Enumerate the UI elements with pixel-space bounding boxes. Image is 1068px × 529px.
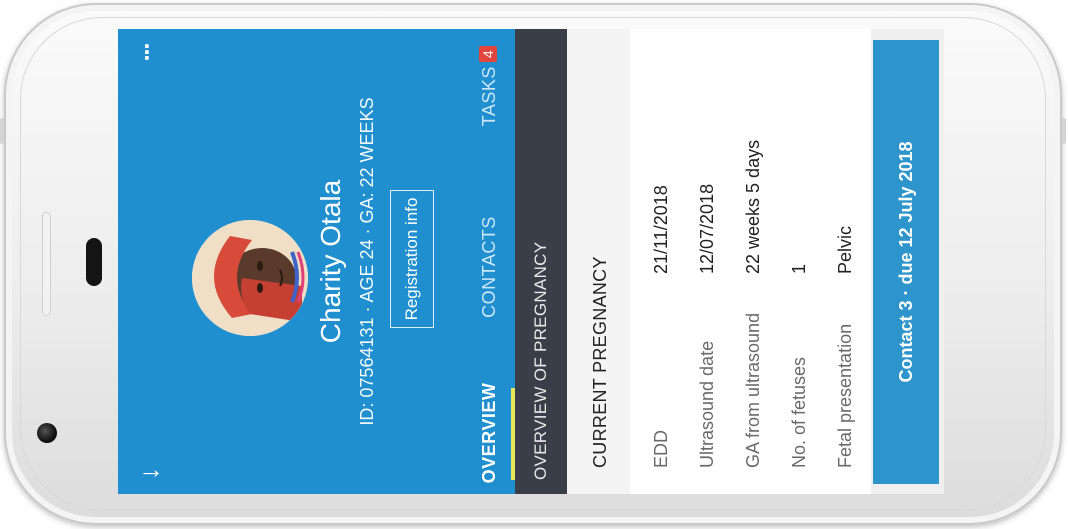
- row-label: GA from ultrasound: [743, 312, 763, 468]
- arrow-down-icon[interactable]: →: [136, 454, 166, 484]
- patient-photo: [192, 220, 308, 336]
- tasks-count-badge: 4: [479, 45, 497, 63]
- registration-info-button[interactable]: Registration info: [390, 190, 434, 328]
- list-item: Fetal presentation Pelvic: [822, 38, 868, 468]
- list-item: GA from ultrasound 22 weeks 5 days: [730, 38, 776, 468]
- row-label: EDD: [651, 429, 671, 468]
- tab-overview[interactable]: OVERVIEW: [463, 378, 515, 488]
- tab-contacts[interactable]: CONTACTS: [463, 212, 515, 322]
- list-item: EDD 21/11/2018: [638, 38, 684, 468]
- next-contact-button[interactable]: Contact 3 · due 12 July 2018: [873, 40, 939, 484]
- section-header: OVERVIEW OF PREGNANCY: [515, 29, 567, 494]
- list-item: No. of fetuses 1: [776, 38, 822, 468]
- phone-side-key: [0, 118, 4, 144]
- tab-label: TASKS: [479, 66, 499, 127]
- patient-name: Charity Otala: [315, 179, 346, 344]
- tab-label: CONTACTS: [479, 216, 499, 318]
- app-screen: → ⋮ Charity Otala ID: 07564131 · AGE 24 …: [118, 29, 944, 494]
- row-label: No. of fetuses: [789, 356, 809, 468]
- row-value: 1: [789, 263, 809, 274]
- row-label: Ultrasound date: [697, 340, 717, 468]
- tab-bar: OVERVIEW CONTACTS TASKS 4: [463, 29, 515, 494]
- speaker-slot: [42, 212, 51, 316]
- row-value: 12/07/2018: [697, 183, 717, 274]
- card-title: CURRENT PREGNANCY: [590, 256, 610, 468]
- app-portrait-view: → ⋮ Charity Otala ID: 07564131 · AGE 24 …: [118, 29, 944, 494]
- proximity-sensor: [86, 238, 102, 286]
- tab-label: OVERVIEW: [479, 382, 499, 484]
- row-label: Fetal presentation: [835, 323, 855, 468]
- list-item: Ultrasound date 12/07/2018: [684, 38, 730, 468]
- tab-tasks[interactable]: TASKS 4: [463, 36, 515, 136]
- row-value: 22 weeks 5 days: [743, 139, 763, 274]
- more-vertical-icon[interactable]: ⋮: [136, 40, 158, 66]
- phone-side-key: [1062, 118, 1066, 144]
- front-camera: [37, 423, 57, 443]
- avatar: [192, 220, 308, 336]
- patient-meta: ID: 07564131 · AGE 24 · GA: 22 WEEKS: [357, 97, 377, 426]
- row-value: Pelvic: [835, 225, 855, 274]
- section-title: OVERVIEW OF PREGNANCY: [531, 241, 550, 480]
- row-value: 21/11/2018: [651, 185, 671, 274]
